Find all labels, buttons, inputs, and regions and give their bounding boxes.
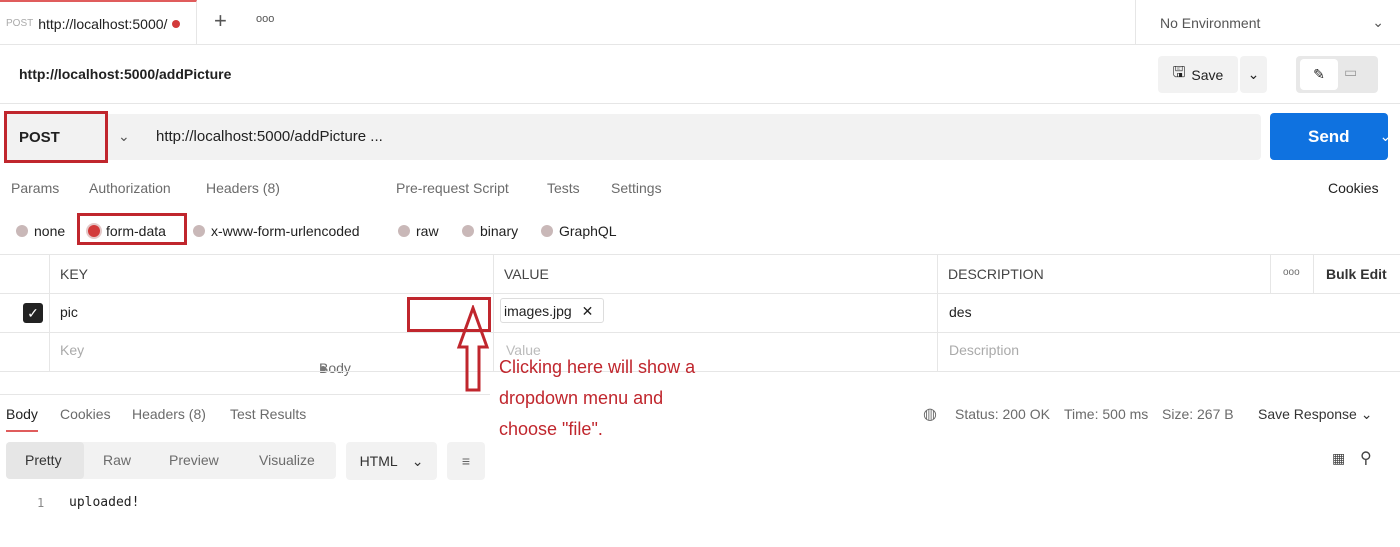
radio-icon xyxy=(398,225,410,237)
row-description[interactable]: des xyxy=(949,304,972,320)
chevron-down-icon: ⌄ xyxy=(1360,406,1373,422)
radio-icon xyxy=(541,225,553,237)
view-visualize[interactable]: Visualize xyxy=(259,452,315,468)
radio-graphql[interactable]: GraphQL xyxy=(541,223,617,239)
bulk-edit-button[interactable]: Bulk Edit xyxy=(1326,266,1387,282)
radio-label: x-www-form-urlencoded xyxy=(211,223,360,239)
annotation-text: Clicking here will show a dropdown menu … xyxy=(499,352,695,445)
view-toggle: ✎ ▭ xyxy=(1296,56,1378,93)
chevron-down-icon: ⌄ xyxy=(1379,128,1392,144)
radio-none[interactable]: none xyxy=(16,223,65,239)
request-title: http://localhost:5000/addPicture xyxy=(19,66,232,82)
view-mode-segmented: Pretty Raw Preview Visualize xyxy=(6,442,336,479)
url-input[interactable]: http://localhost:5000/addPicture ... xyxy=(141,114,1261,160)
row-checkbox[interactable]: ✓ xyxy=(23,303,43,323)
tab-params[interactable]: Params xyxy=(11,180,59,196)
view-pretty[interactable]: Pretty xyxy=(6,442,84,479)
row-key[interactable]: pic xyxy=(60,304,78,320)
save-options-button[interactable]: ⌄ xyxy=(1240,56,1267,93)
chevron-down-icon: ⌄ xyxy=(1247,66,1260,82)
view-preview[interactable]: Preview xyxy=(169,452,219,468)
copy-icon[interactable]: ▦ xyxy=(1332,450,1345,467)
radio-icon xyxy=(462,225,474,237)
tab-tests[interactable]: Tests xyxy=(547,180,580,196)
request-tab[interactable]: POST http://localhost:5000/ xyxy=(0,0,197,45)
save-icon: 🖫 xyxy=(1172,64,1186,81)
radio-urlencoded[interactable]: x-www-form-urlencoded xyxy=(193,223,360,239)
unsaved-dot-icon xyxy=(172,19,181,28)
tab-headers[interactable]: Headers (8) xyxy=(206,180,280,196)
response-tab-cookies[interactable]: Cookies xyxy=(60,406,111,422)
view-raw[interactable]: Raw xyxy=(103,452,131,468)
format-select[interactable]: HTML ⌄ xyxy=(346,442,437,480)
radio-label: raw xyxy=(416,223,439,239)
edit-pencil-icon[interactable]: ✎ xyxy=(1300,59,1338,90)
environment-select[interactable]: No Environment ⌄ xyxy=(1135,0,1400,45)
radio-label: none xyxy=(34,223,66,239)
method-select[interactable]: POST xyxy=(4,111,108,163)
description-input[interactable]: Description xyxy=(949,342,1019,358)
radio-label: GraphQL xyxy=(559,223,617,239)
key-input[interactable]: Key xyxy=(60,342,84,358)
save-button[interactable]: 🖫 Save xyxy=(1158,56,1238,93)
line-number: 1 xyxy=(37,496,45,510)
chevron-down-icon: ⌄ xyxy=(411,452,424,469)
new-tab-button[interactable]: + xyxy=(214,8,227,34)
file-name: images.jpg xyxy=(504,303,572,319)
tab-title: http://localhost:5000/ xyxy=(38,15,168,32)
wrap-lines-icon[interactable]: ≡ xyxy=(447,442,485,480)
annotation-line: Clicking here will show a xyxy=(499,357,696,377)
radio-raw[interactable]: raw xyxy=(398,223,439,239)
tab-pre-request-script[interactable]: Pre-request Script xyxy=(396,180,509,196)
tab-settings[interactable]: Settings xyxy=(611,180,662,196)
annotation-line: choose "file". xyxy=(499,419,603,439)
save-response-label: Save Response xyxy=(1258,406,1357,422)
comment-icon[interactable]: ▭ xyxy=(1344,64,1357,81)
response-line: uploaded! xyxy=(69,495,140,510)
response-tab-body[interactable]: Body xyxy=(6,406,38,432)
highlight-box xyxy=(77,213,187,245)
column-header-description: DESCRIPTION xyxy=(948,266,1044,282)
column-header-value: VALUE xyxy=(504,266,549,282)
response-tab-test-results[interactable]: Test Results xyxy=(230,406,306,422)
radio-icon xyxy=(16,225,28,237)
globe-icon[interactable]: ◍ xyxy=(923,404,937,424)
radio-label: binary xyxy=(480,223,519,239)
tab-bar: POST http://localhost:5000/ + ooo No Env… xyxy=(0,0,1400,45)
time-text: Time: 500 ms xyxy=(1064,406,1149,422)
method-chevron-icon[interactable]: ⌄ xyxy=(108,114,141,160)
save-response-button[interactable]: Save Response ⌄ xyxy=(1258,406,1372,423)
dot-icon: ● xyxy=(319,360,328,376)
size-text: Size: 267 B xyxy=(1162,406,1234,422)
more-tabs-button[interactable]: ooo xyxy=(256,13,274,25)
format-label: HTML xyxy=(359,453,398,469)
column-header-key: KEY xyxy=(60,266,89,282)
annotation-line: dropdown menu and xyxy=(499,388,664,408)
send-button[interactable]: Send ⌄ xyxy=(1270,113,1391,160)
environment-label: No Environment xyxy=(1160,14,1261,31)
send-label: Send xyxy=(1308,126,1350,146)
radio-icon xyxy=(193,225,205,237)
response-tab-headers[interactable]: Headers (8) xyxy=(132,406,206,422)
remove-file-icon[interactable]: ✕ xyxy=(582,303,594,319)
status-text: Status: 200 OK xyxy=(955,406,1050,422)
chevron-down-icon: ⌄ xyxy=(1372,14,1384,30)
file-chip[interactable]: images.jpg ✕ xyxy=(500,298,604,323)
search-icon[interactable]: ⚲ xyxy=(1360,448,1372,468)
more-options-button[interactable]: ooo xyxy=(1283,267,1300,278)
tab-method: POST xyxy=(6,18,34,29)
save-label: Save xyxy=(1191,66,1224,83)
radio-binary[interactable]: binary xyxy=(462,223,518,239)
tab-authorization[interactable]: Authorization xyxy=(89,180,171,196)
cookies-link[interactable]: Cookies xyxy=(1328,180,1379,196)
arrow-up-icon xyxy=(456,305,490,392)
